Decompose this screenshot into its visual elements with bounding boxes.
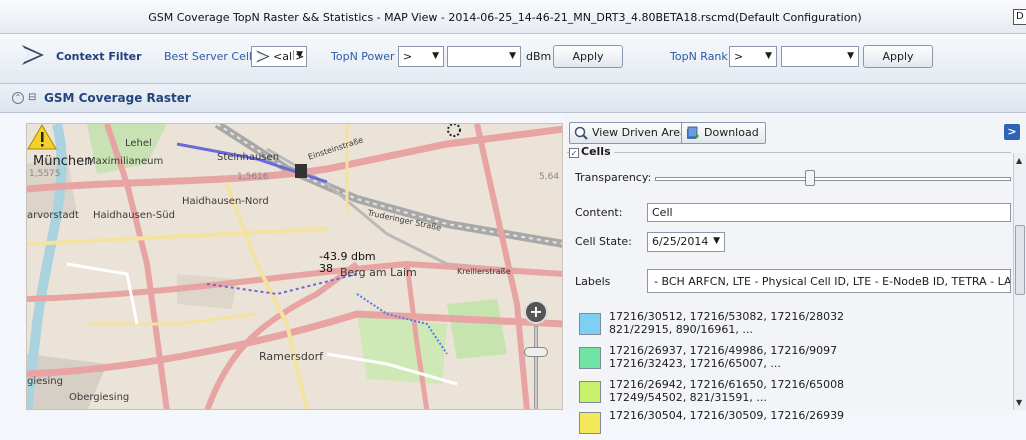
cells-group-title: Cells: [581, 145, 611, 158]
legend-line: 17249/54502, 821/31591, ...: [609, 391, 767, 404]
legend-line: 17216/26937, 17216/49986, 17216/9097: [609, 344, 838, 357]
cells-group: ✓ Cells Transparency: Content: Cell Cell …: [567, 145, 1011, 434]
context-filter-icon: [256, 50, 270, 63]
best-server-select[interactable]: <all> ▼: [251, 46, 307, 67]
zoom-slider-track[interactable]: [534, 326, 538, 409]
chevron-down-icon: ▼: [293, 50, 303, 60]
transparency-slider-handle[interactable]: [805, 170, 815, 186]
context-filter-bar: Context Filter Best Server Cell <all> ▼ …: [0, 34, 1026, 84]
cells-group-header[interactable]: ✓ Cells: [569, 145, 614, 158]
content-select[interactable]: Cell: [647, 203, 1011, 222]
topn-rank-label: TopN Rank: [670, 50, 728, 63]
legend-swatch[interactable]: [579, 313, 601, 335]
apply-rank-button[interactable]: Apply: [863, 45, 933, 68]
download-label: Download: [704, 126, 759, 139]
map-label-kreiller: Kreillerstraße: [457, 267, 511, 276]
topn-power-operator-select[interactable]: > ▼: [398, 46, 444, 67]
legend-swatch[interactable]: [579, 381, 601, 403]
map-label-city: München: [33, 154, 93, 169]
map-label-giesing: giesing: [27, 376, 63, 387]
window-restore-button[interactable]: D: [1013, 9, 1026, 25]
content-value: Cell: [652, 206, 673, 219]
cells-panel: View Driven Area Download > ✓ Cells Trans…: [565, 113, 1026, 434]
labels-label: Labels: [575, 275, 611, 288]
legend-line: 17216/30512, 17216/53082, 17216/28032: [609, 310, 845, 323]
legend-text: 17216/26937, 17216/49986, 17216/9097 172…: [609, 344, 837, 370]
topn-power-label: TopN Power: [331, 50, 395, 63]
legend-item[interactable]: 17216/26937, 17216/49986, 17216/9097 172…: [579, 343, 1009, 375]
labels-select[interactable]: - BCH ARFCN, LTE - Physical Cell ID, LTE…: [647, 269, 1011, 293]
download-button[interactable]: Download: [681, 122, 766, 144]
map-label-haidhausen-sued: Haidhausen-Süd: [93, 210, 175, 221]
legend-item[interactable]: 17216/26942, 17216/61650, 17216/65008 17…: [579, 377, 1009, 409]
magnifier-icon: [574, 126, 588, 140]
title-bar: GSM Coverage TopN Raster && Statistics -…: [0, 0, 1026, 34]
map-label-maximilianeum: Maximilianeum: [87, 156, 164, 167]
scroll-up-icon[interactable]: ▲: [1016, 156, 1022, 165]
panel-scrollbar[interactable]: ▲ ▼: [1013, 153, 1026, 410]
map-label-au-vorstadt: arvorstadt: [27, 210, 79, 221]
download-icon: [687, 126, 699, 139]
chevron-down-icon: ▼: [432, 51, 439, 61]
topn-power-unit: dBm: [526, 50, 552, 63]
best-server-label: Best Server Cell: [164, 50, 252, 63]
warning-icon[interactable]: [27, 124, 57, 150]
legend-line: 821/22915, 890/16961, ...: [609, 323, 753, 336]
chevron-down-icon: ▼: [509, 51, 516, 61]
scroll-down-icon[interactable]: ▼: [1016, 398, 1022, 407]
context-filter-label: Context Filter: [56, 50, 142, 63]
window-title: GSM Coverage TopN Raster && Statistics -…: [148, 11, 862, 24]
chevron-down-icon: ▼: [713, 236, 720, 246]
map-label-coord-left: 1,5575: [29, 169, 61, 179]
legend-text: 17216/30512, 17216/53082, 17216/28032 82…: [609, 310, 844, 336]
cells-checkbox[interactable]: ✓: [569, 148, 579, 158]
cell-state-label: Cell State:: [575, 235, 632, 248]
topn-rank-operator-value: >: [734, 50, 744, 63]
map-label-coord-right: 5,64: [539, 172, 560, 182]
cell-state-value: 6/25/2014: [652, 235, 709, 248]
map-label-coord-mid: 1,5616: [237, 172, 269, 182]
topn-rank-operator-select[interactable]: > ▼: [729, 46, 777, 67]
labels-value: - BCH ARFCN, LTE - Physical Cell ID, LTE…: [654, 275, 1011, 288]
map-label-steinhausen: Steinhausen: [217, 152, 280, 163]
legend-text: 17216/30504, 17216/30509, 17216/26939: [609, 409, 844, 422]
scrollbar-thumb[interactable]: [1015, 225, 1025, 295]
apply-power-button[interactable]: Apply: [553, 45, 623, 68]
transparency-label: Transparency:: [575, 171, 652, 184]
topn-power-operator-value: >: [403, 50, 413, 63]
map-label-ramersdorf: Ramersdorf: [259, 350, 323, 363]
legend-swatch[interactable]: [579, 347, 601, 369]
measurement-rank: 38: [319, 262, 333, 275]
map-label-obergiesing: Obergiesing: [69, 392, 130, 403]
window-icon[interactable]: ⊟: [28, 92, 36, 103]
view-driven-area-button[interactable]: View Driven Area: [569, 122, 694, 144]
zoom-slider-handle[interactable]: [524, 347, 548, 357]
legend-line: 17216/26942, 17216/61650, 17216/65008: [609, 378, 845, 391]
expand-panel-button[interactable]: >: [1004, 124, 1020, 140]
legend-item[interactable]: 17216/30504, 17216/30509, 17216/26939: [579, 408, 1009, 440]
measurement-tooltip: -43.9 dbm 38: [319, 251, 376, 275]
legend-line: 17216/30504, 17216/30509, 17216/26939: [609, 409, 845, 422]
content-label: Content:: [575, 206, 623, 219]
cell-state-date-picker[interactable]: 6/25/2014 ▼: [647, 232, 725, 252]
legend-item[interactable]: 17216/30512, 17216/53082, 17216/28032 82…: [579, 309, 1009, 341]
legend-text: 17216/26942, 17216/61650, 17216/65008 17…: [609, 378, 844, 404]
context-filter-icon: [22, 45, 44, 65]
collapse-icon[interactable]: ⌃: [12, 92, 24, 104]
view-driven-area-label: View Driven Area: [592, 126, 687, 139]
topn-rank-value-select[interactable]: ▼: [781, 46, 859, 67]
map-label-haidhausen-nord: Haidhausen-Nord: [182, 196, 269, 207]
transparency-slider[interactable]: [655, 177, 1011, 181]
map-view[interactable]: Lehel München Maximilianeum Steinhausen …: [26, 123, 563, 410]
chevron-down-icon: ▼: [765, 51, 772, 61]
section-title: GSM Coverage Raster: [44, 91, 191, 105]
chevron-down-icon: ▼: [847, 51, 854, 61]
section-header: ⌃ ⊟ GSM Coverage Raster: [0, 84, 1026, 113]
legend-swatch[interactable]: [579, 412, 601, 434]
topn-power-value-select[interactable]: ▼: [447, 46, 521, 67]
legend-line: 17216/32423, 17216/65007, ...: [609, 357, 781, 370]
zoom-in-button[interactable]: +: [524, 300, 548, 324]
map-label-lehel: Lehel: [125, 138, 152, 149]
